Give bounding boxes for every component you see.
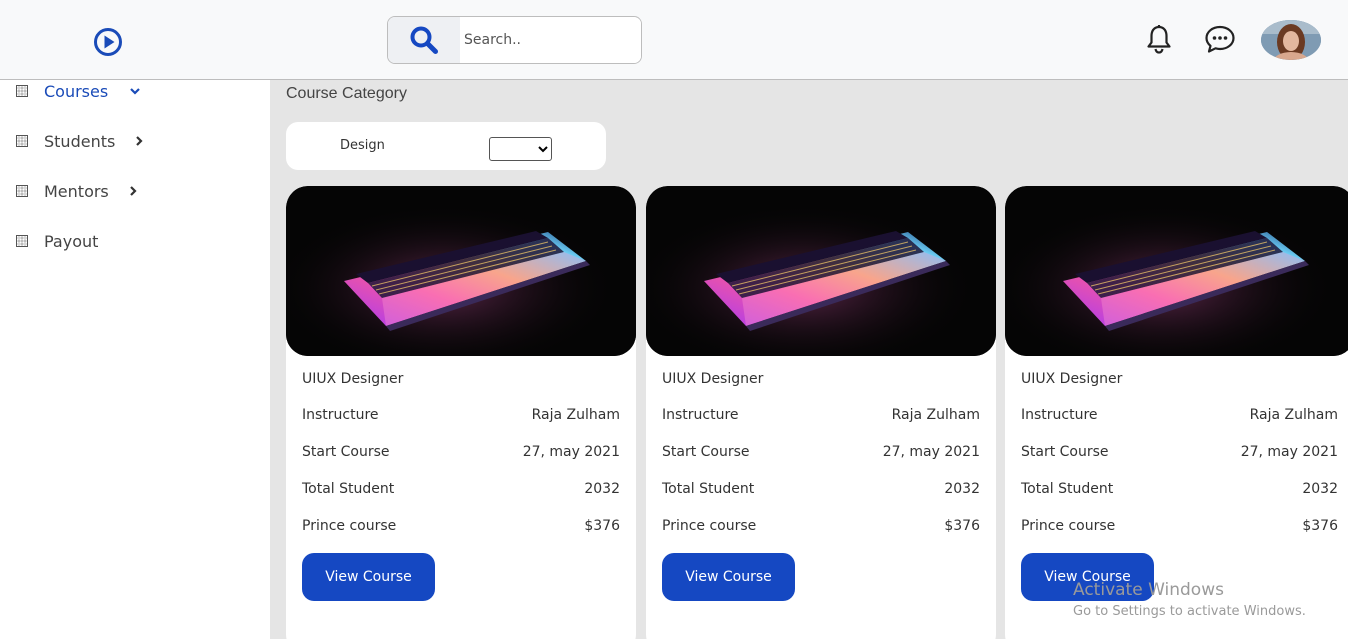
page-title: Course Category [286,85,407,102]
info-row: Total Student 2032 [662,481,980,501]
sidebar-item-label: Payout [44,231,99,251]
row-label: Total Student [302,481,395,497]
course-card: UIUX Designer Instructure Raja Zulham St… [1005,186,1348,639]
course-image [1005,186,1348,356]
row-label: Prince course [662,518,757,534]
course-title: UIUX Designer [302,371,404,387]
sidebar-item-students[interactable]: Students [0,126,260,156]
sidebar-item-courses[interactable]: Courses [0,76,260,106]
category-filter: Design [286,122,606,170]
row-value: 27, may 2021 [1240,444,1338,460]
info-row: Instructure Raja Zulham [662,407,980,427]
row-label: Total Student [662,481,755,497]
row-value: 27, may 2021 [522,444,620,460]
info-row: Prince course $376 [1021,518,1338,538]
sidebar-item-mentors[interactable]: Mentors [0,176,260,206]
grid-icon [16,185,28,197]
course-title: UIUX Designer [662,371,764,387]
laptop-image [646,186,996,356]
sidebar-item-payout[interactable]: Payout [0,226,260,256]
search-icon [410,26,438,54]
search-input[interactable] [460,17,641,63]
main-content: Course Category Design UIUX Designer Ins… [270,80,1348,639]
info-row: Start Course 27, may 2021 [302,444,620,464]
info-row: Instructure Raja Zulham [1021,407,1338,427]
row-value: $376 [1302,518,1338,534]
search-button[interactable] [388,17,460,63]
row-label: Instructure [1021,407,1098,423]
row-label: Start Course [662,444,750,460]
row-value: $376 [584,518,620,534]
user-avatar[interactable] [1261,20,1321,60]
laptop-image [1005,186,1348,356]
row-label: Start Course [302,444,390,460]
row-value: 2032 [584,481,620,497]
row-value: $376 [944,518,980,534]
watermark-subtitle: Go to Settings to activate Windows. [1073,604,1306,619]
info-row: Start Course 27, may 2021 [662,444,980,464]
play-circle-icon[interactable] [93,27,123,57]
top-header [0,0,1348,80]
bell-icon[interactable] [1143,23,1175,55]
grid-icon [16,85,28,97]
sidebar-item-label: Courses [44,81,109,101]
sidebar: Courses Students Mentors Payout [0,80,270,639]
watermark-title: Activate Windows [1073,580,1224,600]
info-row: Total Student 2032 [1021,481,1338,501]
info-row: Total Student 2032 [302,481,620,501]
sidebar-item-label: Students [44,131,116,151]
chevron-down-icon [130,88,140,95]
avatar-image [1261,20,1321,60]
row-label: Prince course [1021,518,1116,534]
info-row: Start Course 27, may 2021 [1021,444,1338,464]
grid-icon [16,235,28,247]
filter-label: Design [340,138,385,153]
category-select[interactable] [489,137,552,161]
info-row: Prince course $376 [302,518,620,538]
course-card: UIUX Designer Instructure Raja Zulham St… [646,186,996,639]
view-course-button[interactable]: View Course [662,553,795,601]
row-label: Total Student [1021,481,1114,497]
row-label: Prince course [302,518,397,534]
activation-watermark: Activate Windows Go to Settings to activ… [1073,580,1306,619]
sidebar-item-label: Mentors [44,181,109,201]
laptop-image [286,186,636,356]
course-title: UIUX Designer [1021,371,1123,387]
course-image [286,186,636,356]
row-value: Raja Zulham [891,407,980,423]
chat-icon[interactable] [1203,23,1237,55]
chevron-right-icon [130,186,137,196]
search-bar [387,16,642,64]
row-label: Instructure [662,407,739,423]
info-row: Instructure Raja Zulham [302,407,620,427]
view-course-button[interactable]: View Course [302,553,435,601]
row-value: Raja Zulham [1249,407,1338,423]
info-row: Prince course $376 [662,518,980,538]
row-label: Instructure [302,407,379,423]
grid-icon [16,135,28,147]
row-value: 2032 [1302,481,1338,497]
row-value: 2032 [944,481,980,497]
row-value: 27, may 2021 [882,444,980,460]
row-label: Start Course [1021,444,1109,460]
course-card: UIUX Designer Instructure Raja Zulham St… [286,186,636,639]
chevron-right-icon [136,136,143,146]
row-value: Raja Zulham [531,407,620,423]
course-image [646,186,996,356]
